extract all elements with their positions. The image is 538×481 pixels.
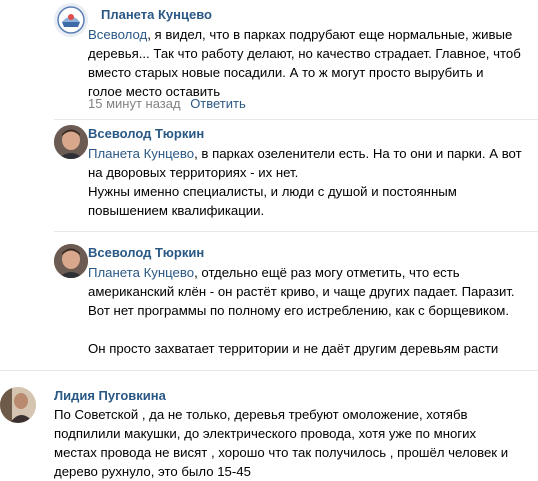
comment-time[interactable]: 15 минут назад: [88, 96, 181, 111]
avatar[interactable]: [54, 244, 88, 278]
reply-button[interactable]: Ответить: [190, 96, 246, 111]
comment-text: Планета Кунцево, в парках озеленители ес…: [88, 146, 522, 218]
comment-text: Планета Кунцево, отдельно ещё раз могу о…: [88, 265, 515, 356]
mention-link[interactable]: Планета Кунцево: [88, 265, 194, 280]
comment-author[interactable]: Всеволод Тюркин: [88, 126, 204, 142]
avatar[interactable]: [0, 387, 36, 423]
user-photo-icon: [54, 125, 88, 159]
user-photo-icon: [54, 244, 88, 278]
mention-link[interactable]: Всеволод: [88, 27, 147, 42]
comment-text: Всеволод, я видел, что в парках подрубаю…: [88, 27, 521, 99]
mention-link[interactable]: Планета Кунцево: [88, 146, 194, 161]
avatar[interactable]: [54, 125, 88, 159]
divider: [0, 370, 538, 371]
avatar[interactable]: [54, 3, 88, 37]
comment-author[interactable]: Всеволод Тюркин: [88, 245, 204, 261]
user-photo-icon: [0, 387, 36, 423]
planet-logo-icon: [54, 3, 88, 37]
comment-author[interactable]: Лидия Пуговкина: [54, 388, 166, 404]
comment-text: По Советской , да не только, деревья тре…: [54, 407, 509, 479]
divider: [54, 119, 538, 120]
comment-author[interactable]: Планета Кунцево: [101, 7, 212, 23]
comment-meta: 15 минут назад Ответить: [88, 96, 246, 112]
divider: [54, 231, 538, 232]
